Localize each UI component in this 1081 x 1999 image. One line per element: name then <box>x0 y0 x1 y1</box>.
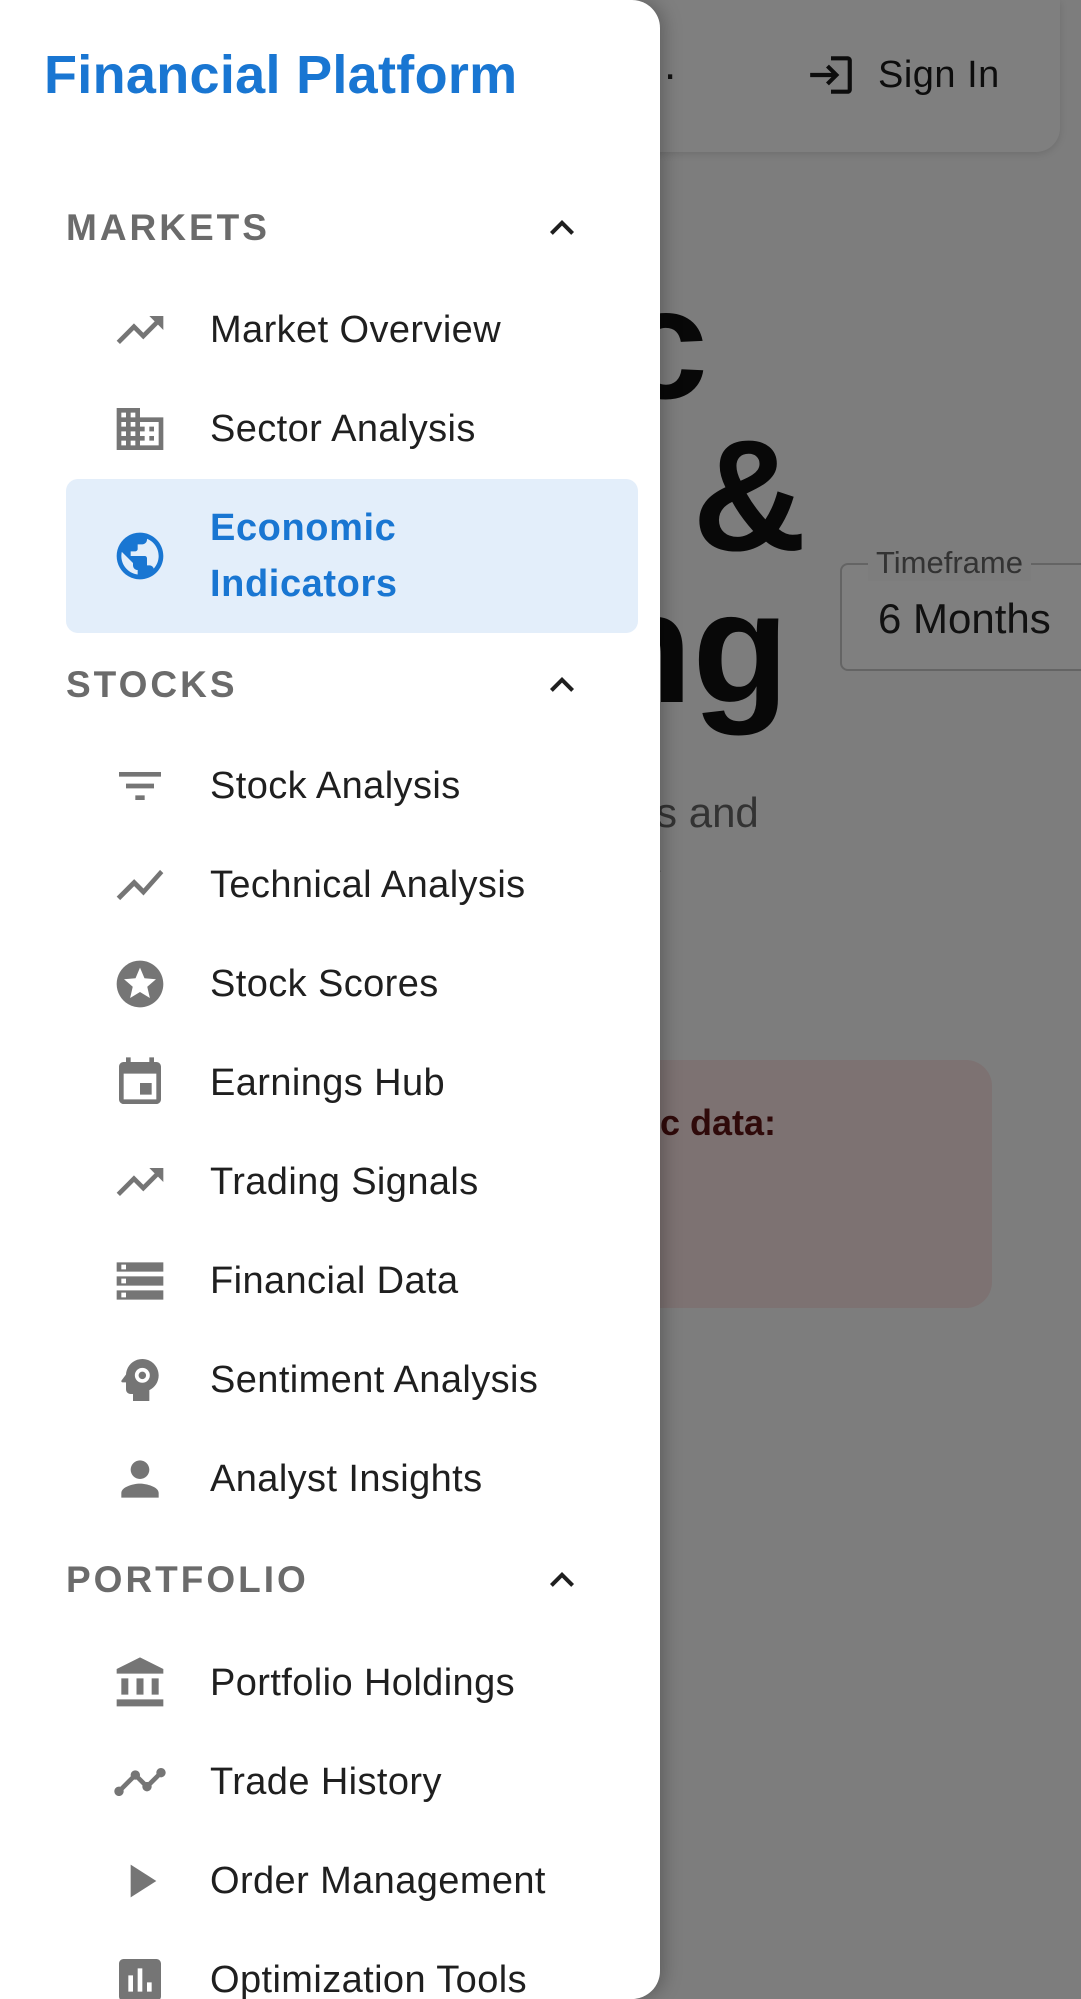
nav-item-label: Market Overview <box>210 308 502 351</box>
nav-item-portfolio-holdings[interactable]: Portfolio Holdings <box>66 1635 638 1731</box>
nav-item-market-overview[interactable]: Market Overview <box>66 282 638 378</box>
nav-item-sentiment-analysis[interactable]: Sentiment Analysis <box>66 1332 638 1428</box>
nav-item-stock-scores[interactable]: Stock Scores <box>66 936 638 1032</box>
chevron-up-icon <box>550 220 574 235</box>
timeline-icon <box>112 1754 168 1810</box>
assessment-icon <box>112 1952 168 1999</box>
public-globe-icon <box>112 528 168 584</box>
section-header-portfolio[interactable]: PORTFOLIO <box>66 1540 586 1620</box>
bank-icon <box>112 1655 168 1711</box>
navigation-drawer: Financial Platform MARKETS Market Overvi… <box>0 0 660 1999</box>
chevron-up-icon <box>550 677 574 692</box>
stars-icon <box>112 956 168 1012</box>
nav-item-label: Stock Analysis <box>210 764 461 807</box>
play-arrow-icon <box>112 1853 168 1909</box>
nav-item-label: Earnings Hub <box>210 1061 446 1104</box>
nav-item-label: Portfolio Holdings <box>210 1661 516 1704</box>
nav-item-label: Analyst Insights <box>210 1457 483 1500</box>
nav-item-label: Sector Analysis <box>210 407 476 450</box>
nav-item-label: Sentiment Analysis <box>210 1358 539 1401</box>
nav-item-financial-data[interactable]: Financial Data <box>66 1233 638 1329</box>
nav-item-earnings-hub[interactable]: Earnings Hub <box>66 1035 638 1131</box>
nav-item-optimization-tools[interactable]: Optimization Tools <box>66 1932 638 1999</box>
chevron-up-icon <box>550 1572 574 1587</box>
nav-item-stock-analysis[interactable]: Stock Analysis <box>66 738 638 834</box>
trending-up-icon <box>112 1154 168 1210</box>
filter-list-icon <box>112 758 168 814</box>
brand-title[interactable]: Financial Platform <box>44 44 518 106</box>
section-header-stocks[interactable]: STOCKS <box>66 645 586 725</box>
person-icon <box>112 1451 168 1507</box>
nav-item-label: Trade History <box>210 1760 442 1803</box>
nav-item-label: Stock Scores <box>210 962 439 1005</box>
nav-item-analyst-insights[interactable]: Analyst Insights <box>66 1431 638 1527</box>
nav-item-trading-signals[interactable]: Trading Signals <box>66 1134 638 1230</box>
nav-item-order-management[interactable]: Order Management <box>66 1833 638 1929</box>
nav-item-sector-analysis[interactable]: Sector Analysis <box>66 381 638 477</box>
business-icon <box>112 401 168 457</box>
nav-item-economic-indicators[interactable]: Economic Indicators <box>66 479 638 633</box>
nav-item-label: Order Management <box>210 1859 546 1902</box>
show-chart-icon <box>112 857 168 913</box>
nav-item-label: Optimization Tools <box>210 1958 527 1999</box>
nav-item-label: Trading Signals <box>210 1160 479 1203</box>
section-header-markets[interactable]: MARKETS <box>66 188 586 268</box>
section-label-stocks: STOCKS <box>66 664 238 705</box>
section-label-markets: MARKETS <box>66 207 270 248</box>
nav-item-trade-history[interactable]: Trade History <box>66 1734 638 1830</box>
nav-item-label: Technical Analysis <box>210 863 526 906</box>
trending-up-icon <box>112 302 168 358</box>
section-label-portfolio: PORTFOLIO <box>66 1559 309 1600</box>
storage-icon <box>112 1253 168 1309</box>
psychology-head-icon <box>112 1352 168 1408</box>
event-calendar-icon <box>112 1055 168 1111</box>
nav-item-technical-analysis[interactable]: Technical Analysis <box>66 837 638 933</box>
nav-item-label: Economic Indicators <box>210 507 398 605</box>
nav-item-label: Financial Data <box>210 1259 459 1302</box>
